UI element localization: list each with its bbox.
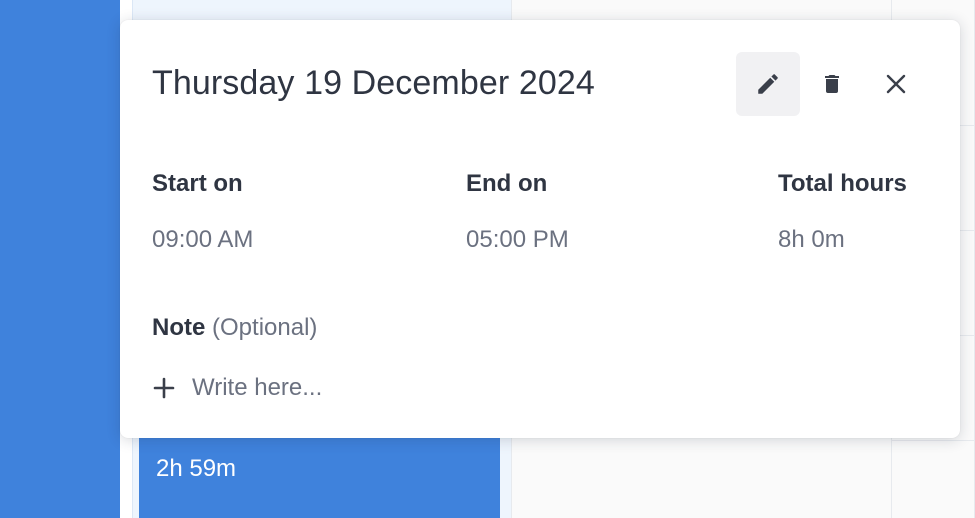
grid-line xyxy=(892,440,975,441)
end-on-label: End on xyxy=(466,170,548,197)
start-on-label: Start on xyxy=(152,170,243,197)
calendar-view: 2h 59m Thursday 19 December 2024 Start o… xyxy=(0,0,975,518)
popover-title: Thursday 19 December 2024 xyxy=(152,64,595,102)
close-icon xyxy=(886,74,906,94)
start-on-value: 09:00 AM xyxy=(152,226,254,253)
edit-button[interactable] xyxy=(736,52,800,116)
note-optional-hint: (Optional) xyxy=(212,314,318,341)
total-hours-label: Total hours xyxy=(778,170,907,197)
note-label: Note (Optional) xyxy=(152,314,317,342)
plus-icon xyxy=(150,374,178,402)
note-title: Note xyxy=(152,314,206,341)
time-entry-duration: 2h 59m xyxy=(156,455,237,482)
time-entry-popover: Thursday 19 December 2024 Start on 09:00… xyxy=(120,20,960,438)
total-hours-value: 8h 0m xyxy=(778,226,845,253)
pencil-icon xyxy=(758,74,778,94)
time-entry-block[interactable]: 2h 59m xyxy=(139,430,500,518)
close-button[interactable] xyxy=(864,52,928,116)
add-note-button[interactable]: Write here... xyxy=(150,370,322,406)
note-placeholder: Write here... xyxy=(192,374,323,401)
trash-icon xyxy=(825,75,839,93)
delete-button[interactable] xyxy=(800,52,864,116)
end-on-value: 05:00 PM xyxy=(466,226,569,253)
left-sidebar xyxy=(0,0,120,518)
